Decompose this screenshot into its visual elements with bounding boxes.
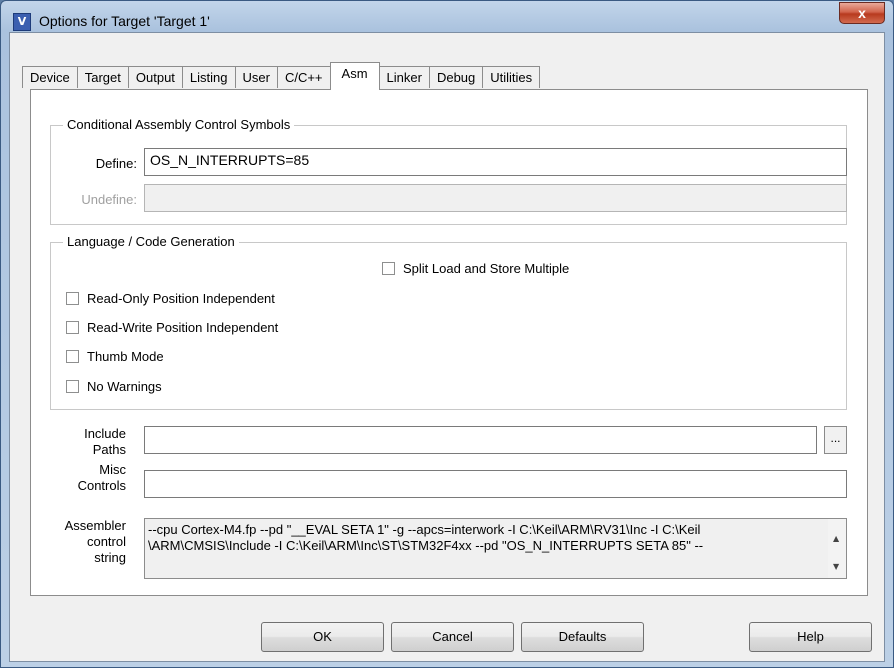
tab-asm[interactable]: Asm [329,62,380,90]
tab-strip: Device Target Output Listing User C/C++ … [22,62,541,90]
tab-utilities[interactable]: Utilities [482,66,541,88]
tab-output[interactable]: Output [127,66,183,88]
assembler-control-string-text[interactable]: --cpu Cortex-M4.fp --pd "__EVAL SETA 1" … [144,518,847,579]
app-icon: V [13,13,31,31]
language-legend: Language / Code Generation [63,234,239,249]
rwpi-box[interactable] [66,321,79,334]
asm-label-line1: Assembler [64,518,126,533]
asm-label-line3: string [94,550,126,565]
split-load-store-box[interactable] [382,262,395,275]
rwpi-label: Read-Write Position Independent [87,320,279,335]
ropi-box[interactable] [66,292,79,305]
assembler-control-string-label: Assembler control string [51,518,126,566]
conditional-assembly-legend: Conditional Assembly Control Symbols [63,117,295,132]
asm-label-line2: control [86,534,126,549]
undefine-input [144,184,847,212]
tab-device[interactable]: Device [22,66,78,88]
include-label-line2: Paths [92,442,126,457]
undefine-label: Undefine: [81,192,137,207]
tab-target[interactable]: Target [76,66,129,88]
asm-string-scrollbar[interactable]: ▲ ▼ [828,519,846,578]
tab-listing[interactable]: Listing [181,66,236,88]
help-button[interactable]: Help [749,622,872,652]
misc-label-line1: Misc [99,462,126,477]
title-bar[interactable]: V Options for Target 'Target 1' x [1,1,893,33]
include-paths-input[interactable] [144,426,817,454]
misc-controls-label: Misc Controls [51,462,126,494]
rwpi-checkbox[interactable]: Read-Write Position Independent [66,320,278,335]
scroll-up-icon[interactable]: ▲ [833,531,839,547]
define-input[interactable]: OS_N_INTERRUPTS=85 [144,148,847,176]
split-load-store-checkbox[interactable]: Split Load and Store Multiple [382,261,569,276]
misc-controls-input[interactable] [144,470,847,498]
tab-user[interactable]: User [234,66,278,88]
tab-c-cpp[interactable]: C/C++ [276,66,331,88]
defaults-button[interactable]: Defaults [521,622,644,652]
asm-string-line2: \ARM\CMSIS\Include -I C:\Keil\ARM\Inc\ST… [148,538,704,553]
thumb-mode-label: Thumb Mode [87,349,164,364]
ropi-label: Read-Only Position Independent [87,291,275,306]
ok-button[interactable]: OK [261,622,384,652]
asm-tab-panel: Conditional Assembly Control Symbols Def… [30,89,868,596]
window-title: Options for Target 'Target 1' [39,13,210,29]
tab-linker[interactable]: Linker [378,66,430,88]
cancel-button[interactable]: Cancel [391,622,514,652]
no-warnings-label: No Warnings [87,379,162,394]
include-paths-label: Include Paths [51,426,126,458]
include-label-line1: Include [84,426,126,441]
close-button[interactable]: x [839,2,885,24]
thumb-mode-box[interactable] [66,350,79,363]
no-warnings-checkbox[interactable]: No Warnings [66,379,162,394]
define-label: Define: [95,156,137,171]
thumb-mode-checkbox[interactable]: Thumb Mode [66,349,164,364]
ropi-checkbox[interactable]: Read-Only Position Independent [66,291,275,306]
split-load-store-label: Split Load and Store Multiple [403,261,570,276]
tab-debug[interactable]: Debug [428,66,484,88]
scroll-down-icon[interactable]: ▼ [833,559,839,575]
no-warnings-box[interactable] [66,380,79,393]
include-paths-browse-button[interactable]: ... [824,426,847,454]
misc-label-line2: Controls [77,478,126,493]
asm-string-line1: --cpu Cortex-M4.fp --pd "__EVAL SETA 1" … [148,522,701,537]
